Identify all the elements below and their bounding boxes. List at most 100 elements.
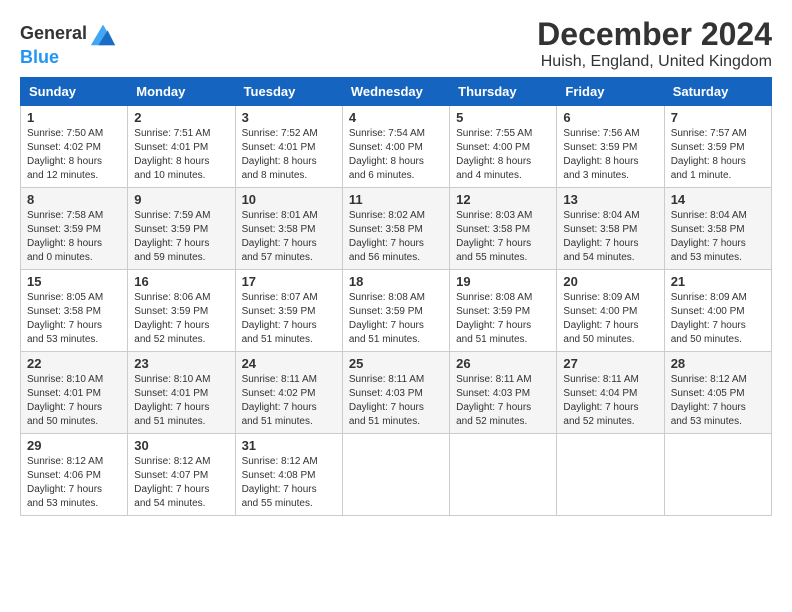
cell-day-number: 1 [27,110,121,125]
calendar-cell: 19 Sunrise: 8:08 AMSunset: 3:59 PMDayligh… [450,270,557,352]
calendar-cell: 16Sunrise: 8:06 AMSunset: 3:59 PMDayligh… [128,270,235,352]
cell-day-number: 15 [27,274,121,289]
calendar-cell: 8Sunrise: 7:58 AMSunset: 3:59 PMDaylight… [21,188,128,270]
calendar-header-tuesday: Tuesday [235,78,342,106]
calendar-cell: 14Sunrise: 8:04 AMSunset: 3:58 PMDayligh… [664,188,771,270]
calendar-cell: 10 Sunrise: 8:01 AMSunset: 3:58 PMDayligh… [235,188,342,270]
calendar-cell: 3 Sunrise: 7:52 AMSunset: 4:01 PMDaylight… [235,106,342,188]
cell-day-number: 23 [134,356,228,371]
cell-info: Sunrise: 7:52 AMSunset: 4:01 PMDaylight:… [242,127,336,183]
cell-day-number: 21 [671,274,765,289]
calendar-cell: 2Sunrise: 7:51 AMSunset: 4:01 PMDaylight… [128,106,235,188]
calendar-cell: 1 Sunrise: 7:50 AMSunset: 4:02 PMDaylight… [21,106,128,188]
cell-info: Sunrise: 8:01 AMSunset: 3:58 PMDaylight:… [242,209,336,265]
cell-day-number: 14 [671,192,765,207]
calendar-week-row: 15 Sunrise: 8:05 AMSunset: 3:58 PMDayligh… [21,270,772,352]
cell-info: Sunrise: 8:08 AMSunset: 3:59 PMDaylight:… [456,291,550,347]
logo-text-blue: Blue [20,47,59,67]
calendar-cell: 22Sunrise: 8:10 AMSunset: 4:01 PMDayligh… [21,352,128,434]
calendar-week-row: 29Sunrise: 8:12 AMSunset: 4:06 PMDayligh… [21,434,772,516]
cell-info: Sunrise: 8:11 AMSunset: 4:03 PMDaylight:… [349,373,443,429]
calendar-cell: 21 Sunrise: 8:09 AMSunset: 4:00 PMDayligh… [664,270,771,352]
cell-day-number: 27 [563,356,657,371]
cell-info: Sunrise: 7:57 AMSunset: 3:59 PMDaylight:… [671,127,765,183]
cell-day-number: 24 [242,356,336,371]
cell-info: Sunrise: 8:12 AMSunset: 4:05 PMDaylight:… [671,373,765,429]
calendar-cell: 13 Sunrise: 8:04 AMSunset: 3:58 PMDayligh… [557,188,664,270]
calendar-cell: 20 Sunrise: 8:09 AMSunset: 4:00 PMDayligh… [557,270,664,352]
cell-info: Sunrise: 8:11 AMSunset: 4:03 PMDaylight:… [456,373,550,429]
main-title: December 2024 [537,16,772,53]
cell-day-number: 22 [27,356,121,371]
cell-info: Sunrise: 8:12 AMSunset: 4:08 PMDaylight:… [242,455,336,511]
cell-info: Sunrise: 8:04 AMSunset: 3:58 PMDaylight:… [563,209,657,265]
cell-day-number: 11 [349,192,443,207]
calendar-header-saturday: Saturday [664,78,771,106]
title-block: December 2024 Huish, England, United Kin… [537,16,772,71]
calendar-table: SundayMondayTuesdayWednesdayThursdayFrid… [20,77,772,516]
calendar-cell [557,434,664,516]
calendar-cell: 27 Sunrise: 8:11 AMSunset: 4:04 PMDayligh… [557,352,664,434]
calendar-cell: 11 Sunrise: 8:02 AMSunset: 3:58 PMDayligh… [342,188,449,270]
calendar-cell: 26 Sunrise: 8:11 AMSunset: 4:03 PMDayligh… [450,352,557,434]
calendar-week-row: 22 Sunrise: 8:10 AMSunset: 4:01 PMDayligh… [21,352,772,434]
calendar-cell: 9Sunrise: 7:59 AMSunset: 3:59 PMDaylight… [128,188,235,270]
cell-info: Sunrise: 7:54 AMSunset: 4:00 PMDaylight:… [349,127,443,183]
logo-text-general: General [20,24,87,44]
calendar-header-friday: Friday [557,78,664,106]
cell-day-number: 7 [671,110,765,125]
calendar-cell: 30 Sunrise: 8:12 AMSunset: 4:07 PMDayligh… [128,434,235,516]
cell-info: Sunrise: 7:50 AMSunset: 4:02 PMDaylight:… [27,127,121,183]
calendar-cell: 12Sunrise: 8:03 AMSunset: 3:58 PMDayligh… [450,188,557,270]
cell-info: Sunrise: 8:09 AMSunset: 4:00 PMDaylight:… [563,291,657,347]
calendar-body: 1 Sunrise: 7:50 AMSunset: 4:02 PMDaylight… [21,106,772,516]
calendar-week-row: 1 Sunrise: 7:50 AMSunset: 4:02 PMDaylight… [21,106,772,188]
cell-info: Sunrise: 8:07 AMSunset: 3:59 PMDaylight:… [242,291,336,347]
cell-info: Sunrise: 8:06 AMSunset: 3:59 PMDaylight:… [134,291,228,347]
cell-day-number: 13 [563,192,657,207]
cell-info: Sunrise: 8:10 AMSunset: 4:01 PMDaylight:… [134,373,228,429]
cell-info: Sunrise: 8:09 AMSunset: 4:00 PMDaylight:… [671,291,765,347]
cell-info: Sunrise: 7:59 AMSunset: 3:59 PMDaylight:… [134,209,228,265]
calendar-cell: 7 Sunrise: 7:57 AMSunset: 3:59 PMDaylight… [664,106,771,188]
cell-info: Sunrise: 7:58 AMSunset: 3:59 PMDaylight:… [27,209,121,265]
cell-info: Sunrise: 8:11 AMSunset: 4:04 PMDaylight:… [563,373,657,429]
cell-info: Sunrise: 7:56 AMSunset: 3:59 PMDaylight:… [563,127,657,183]
calendar-cell: 29Sunrise: 8:12 AMSunset: 4:06 PMDayligh… [21,434,128,516]
cell-info: Sunrise: 7:51 AMSunset: 4:01 PMDaylight:… [134,127,228,183]
cell-day-number: 30 [134,438,228,453]
calendar-cell: 31 Sunrise: 8:12 AMSunset: 4:08 PMDayligh… [235,434,342,516]
cell-day-number: 10 [242,192,336,207]
cell-day-number: 25 [349,356,443,371]
calendar-header-monday: Monday [128,78,235,106]
cell-day-number: 5 [456,110,550,125]
cell-info: Sunrise: 8:02 AMSunset: 3:58 PMDaylight:… [349,209,443,265]
cell-day-number: 6 [563,110,657,125]
calendar-cell: 4Sunrise: 7:54 AMSunset: 4:00 PMDaylight… [342,106,449,188]
calendar-header-row: SundayMondayTuesdayWednesdayThursdayFrid… [21,78,772,106]
cell-day-number: 3 [242,110,336,125]
calendar-header-wednesday: Wednesday [342,78,449,106]
calendar-cell: 15 Sunrise: 8:05 AMSunset: 3:58 PMDayligh… [21,270,128,352]
cell-day-number: 31 [242,438,336,453]
cell-day-number: 19 [456,274,550,289]
calendar-header-thursday: Thursday [450,78,557,106]
logo: General Blue [20,20,117,68]
calendar-week-row: 8Sunrise: 7:58 AMSunset: 3:59 PMDaylight… [21,188,772,270]
cell-info: Sunrise: 8:11 AMSunset: 4:02 PMDaylight:… [242,373,336,429]
cell-info: Sunrise: 7:55 AMSunset: 4:00 PMDaylight:… [456,127,550,183]
calendar-cell: 6 Sunrise: 7:56 AMSunset: 3:59 PMDaylight… [557,106,664,188]
calendar-cell [450,434,557,516]
cell-day-number: 20 [563,274,657,289]
cell-info: Sunrise: 8:05 AMSunset: 3:58 PMDaylight:… [27,291,121,347]
calendar-cell [342,434,449,516]
cell-day-number: 26 [456,356,550,371]
calendar-cell: 23 Sunrise: 8:10 AMSunset: 4:01 PMDayligh… [128,352,235,434]
cell-day-number: 12 [456,192,550,207]
cell-day-number: 29 [27,438,121,453]
cell-day-number: 18 [349,274,443,289]
calendar-cell: 17Sunrise: 8:07 AMSunset: 3:59 PMDayligh… [235,270,342,352]
cell-info: Sunrise: 8:12 AMSunset: 4:07 PMDaylight:… [134,455,228,511]
subtitle: Huish, England, United Kingdom [537,53,772,71]
cell-day-number: 28 [671,356,765,371]
